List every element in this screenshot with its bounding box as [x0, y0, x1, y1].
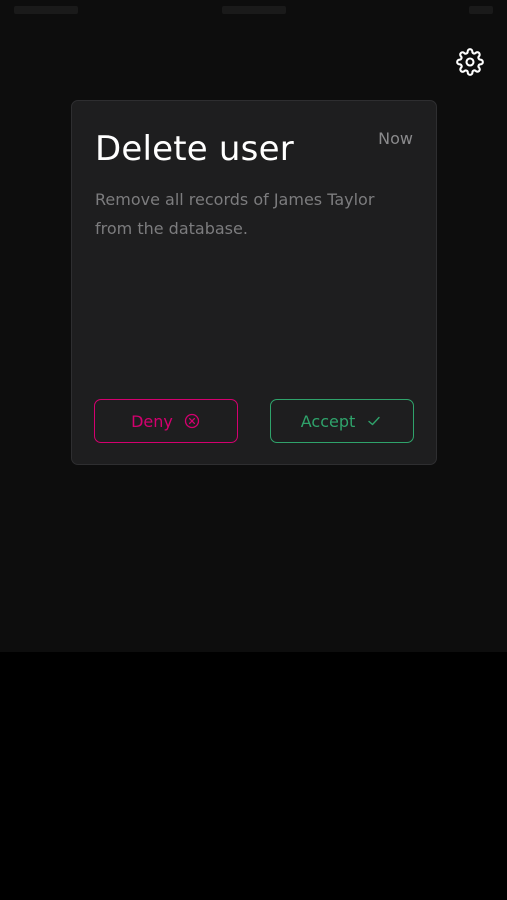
notification-title: Delete user [95, 129, 294, 169]
status-bar [0, 0, 507, 26]
settings-button[interactable] [452, 44, 488, 80]
app-screen: Delete user Now Remove all records of Ja… [0, 0, 507, 900]
gear-icon [456, 48, 484, 76]
status-carrier [14, 6, 78, 14]
check-icon [365, 412, 383, 430]
deny-button-label: Deny [131, 411, 173, 431]
notification-card: Delete user Now Remove all records of Ja… [71, 100, 437, 465]
notification-timestamp: Now [378, 129, 413, 148]
accept-button[interactable]: Accept [270, 399, 414, 443]
app-background: Delete user Now Remove all records of Ja… [0, 0, 507, 652]
notification-message: Remove all records of James Taylor from … [95, 190, 375, 238]
circle-x-icon [183, 412, 201, 430]
accept-button-label: Accept [300, 411, 356, 431]
deny-button[interactable]: Deny [94, 399, 238, 443]
status-battery [469, 6, 493, 14]
status-clock [222, 6, 286, 14]
